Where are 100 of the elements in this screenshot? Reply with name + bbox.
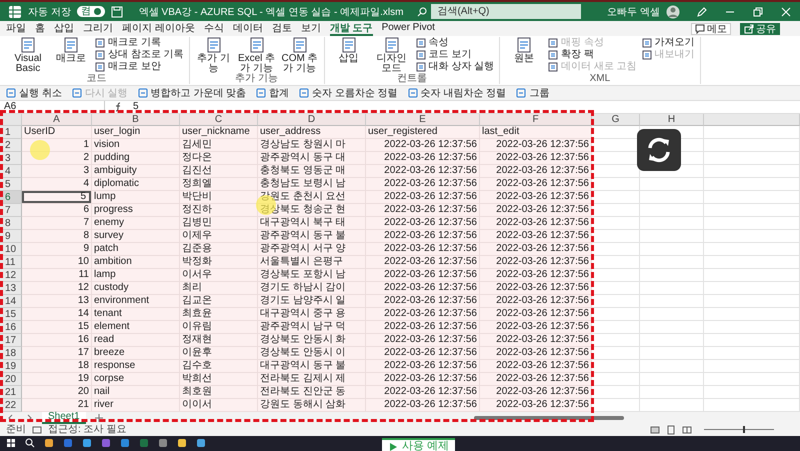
table-cell: 9 <box>22 242 92 256</box>
table-cell: 최리 <box>180 282 258 295</box>
table-cell: 2022-03-26 12:37:56 <box>366 152 480 165</box>
ribbon-tab[interactable]: 홈 <box>35 22 45 36</box>
toolbar-button[interactable]: 숫자 내림차순 정렬 <box>408 86 506 100</box>
ribbon-tab[interactable]: 검토 <box>272 22 292 36</box>
table-cell: patch <box>92 242 180 256</box>
table-cell: user_nickname <box>180 126 258 139</box>
column-header[interactable]: H <box>640 114 704 126</box>
table-cell: 2022-03-26 12:37:56 <box>480 152 592 165</box>
ribbon-button[interactable]: 가져오기 <box>642 36 695 49</box>
table-cell: element <box>92 320 180 334</box>
toolbar-button[interactable]: 숫자 오름차순 정렬 <box>299 86 398 100</box>
table-cell: 2022-03-26 12:37:56 <box>366 386 480 399</box>
table-cell: 김교온 <box>180 294 258 308</box>
table-cell: 2022-03-26 12:37:56 <box>480 282 592 295</box>
example-popup[interactable]: 사용 예제 <box>382 438 456 451</box>
table-cell: 광주광역시 동구 불 <box>258 230 366 243</box>
ribbon-button[interactable]: 속성 <box>416 36 494 49</box>
table-cell: 김병민 <box>180 216 258 230</box>
search-field[interactable]: 검색(Alt+Q) <box>431 4 582 20</box>
table-cell: 2022-03-26 12:37:56 <box>480 204 592 217</box>
ribbon-button[interactable]: 추가 기능 <box>194 36 233 73</box>
ribbon-button[interactable]: 매크로 <box>52 36 90 73</box>
table-cell: 전라북도 진안군 동 <box>258 386 366 399</box>
table-cell: 경기도 하남시 감이 <box>258 282 366 295</box>
table-cell: response <box>92 360 180 373</box>
table-cell: 2022-03-26 12:37:56 <box>480 256 592 269</box>
table-cell: 김수호 <box>180 360 258 373</box>
column-header[interactable]: A <box>22 114 92 126</box>
table-cell: 정다온 <box>180 152 258 165</box>
toolbar-button[interactable]: 실행 취소 <box>6 86 62 100</box>
table-cell: 3 <box>22 164 92 178</box>
ribbon-button[interactable]: Excel 추가 기능 <box>238 36 276 73</box>
toolbar-button[interactable]: 합계 <box>256 86 290 100</box>
name-box[interactable]: A6 <box>4 101 105 112</box>
ribbon-button[interactable]: 매크로 보안 <box>95 60 184 73</box>
table-cell: 21 <box>22 398 92 412</box>
table-cell: enemy <box>92 216 180 230</box>
table-cell: 2022-03-26 12:37:56 <box>480 334 592 347</box>
user-name[interactable]: 오빠두 엑셀 <box>607 4 660 19</box>
table-cell: 2022-03-26 12:37:56 <box>366 190 480 204</box>
group-label: XML <box>590 74 610 84</box>
column-header[interactable]: B <box>92 114 180 126</box>
ribbon-tab[interactable]: 보기 <box>300 22 321 36</box>
table-cell: 2022-03-26 12:37:56 <box>366 268 480 282</box>
share-button[interactable]: 공유 <box>740 22 780 35</box>
table-cell: 14 <box>22 308 92 321</box>
ribbon-tab[interactable]: 데이터 <box>232 22 263 36</box>
table-cell: custody <box>92 282 180 295</box>
autosave-label: 자동 저장 <box>28 6 71 19</box>
ribbon-button[interactable]: 원본 <box>505 36 544 73</box>
column-header[interactable]: E <box>366 114 480 126</box>
table-cell: 대구광역시 동구 불 <box>258 360 366 373</box>
ribbon-button[interactable]: 매크로 기록 <box>95 36 184 49</box>
table-cell: user_registered <box>366 126 480 139</box>
column-header[interactable]: D <box>258 114 366 126</box>
table-cell: pudding <box>92 152 180 165</box>
table-cell: 2022-03-26 12:37:56 <box>366 230 480 243</box>
ribbon-tab[interactable]: 그리기 <box>83 22 113 36</box>
table-cell: 강원도 동해시 삼화 <box>258 398 366 412</box>
ribbon-tab[interactable]: 수식 <box>204 22 224 36</box>
ribbon-button[interactable]: 확장 팩 <box>548 48 637 61</box>
ribbon-button[interactable]: 삽입 <box>330 36 368 73</box>
ribbon-button[interactable]: 상대 참조로 기록 <box>95 48 184 61</box>
ribbon-button[interactable]: 대화 상자 실행 <box>416 60 494 73</box>
table-cell: 2022-03-26 12:37:56 <box>480 216 592 230</box>
table-cell: 2022-03-26 12:37:56 <box>480 178 592 191</box>
ribbon-button[interactable]: COM 추가 기능 <box>280 36 319 73</box>
accessibility-status[interactable]: 접근성: 조사 필요 <box>48 424 126 436</box>
table-cell: 대구광역시 중구 용 <box>258 308 366 321</box>
ribbon-tab[interactable]: 파일 <box>6 22 26 36</box>
table-cell: UserID <box>22 126 92 139</box>
table-cell: 이이서 <box>180 398 258 412</box>
ribbon-button[interactable]: Visual Basic <box>9 36 47 73</box>
formula-field[interactable]: 5 <box>133 101 139 112</box>
table-cell: 2022-03-26 12:37:56 <box>366 178 480 191</box>
table-cell: 경상북도 안동시 이 <box>258 346 366 360</box>
table-cell: 전라북도 김제시 제 <box>258 372 366 386</box>
column-header[interactable]: F <box>480 114 592 126</box>
toolbar-button[interactable]: 병합하고 가운데 맞춤 <box>138 86 246 100</box>
autosave-toggle[interactable]: 켬 <box>76 6 105 18</box>
ribbon-button[interactable]: 코드 보기 <box>416 48 494 61</box>
ribbon-button[interactable]: 디자인 모드 <box>372 36 411 73</box>
table-cell: 2022-03-26 12:37:56 <box>366 398 480 412</box>
table-cell: last_edit <box>480 126 592 139</box>
ribbon-tab[interactable]: 페이지 레이아웃 <box>122 22 195 36</box>
ribbon-tab[interactable]: Power Pivot <box>382 22 435 36</box>
table-cell: 8 <box>22 230 92 243</box>
table-cell: 정희엘 <box>180 178 258 191</box>
table-cell: 2022-03-26 12:37:56 <box>366 360 480 373</box>
table-cell: 4 <box>22 178 92 191</box>
toolbar-button[interactable]: 그룹 <box>516 86 550 100</box>
column-header[interactable]: C <box>180 114 258 126</box>
table-cell: 15 <box>22 320 92 334</box>
comments-button[interactable]: 메모 <box>691 22 731 35</box>
table-cell: 2022-03-26 12:37:56 <box>366 372 480 386</box>
ribbon-tab[interactable]: 삽입 <box>54 22 74 36</box>
table-cell: 17 <box>22 346 92 360</box>
table-cell: 2022-03-26 12:37:56 <box>366 346 480 360</box>
